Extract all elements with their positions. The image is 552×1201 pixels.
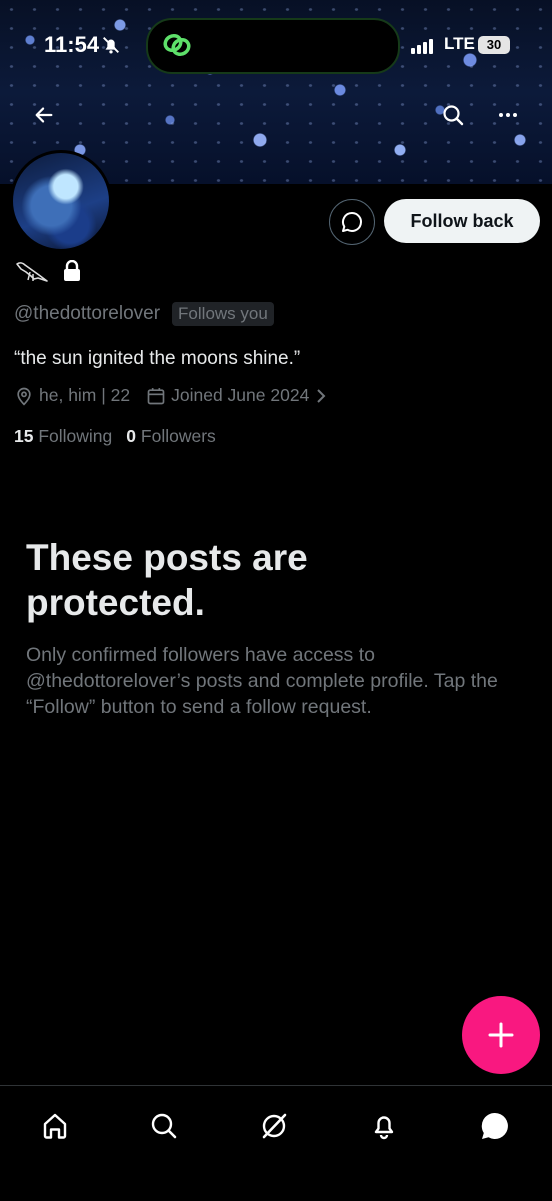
location-item: he, him | 22	[14, 385, 130, 406]
grok-icon	[262, 1113, 287, 1139]
messages-icon	[481, 1112, 508, 1139]
search-icon	[151, 1113, 177, 1139]
link-activity-icon	[163, 33, 191, 57]
status-time: 11:54	[44, 32, 100, 57]
bottom-tab-bar	[0, 1085, 552, 1201]
tab-search[interactable]	[144, 1106, 184, 1146]
signal-icon	[411, 36, 435, 54]
followers-label: Followers	[140, 426, 216, 446]
followers-count: 0	[126, 426, 137, 446]
message-button[interactable]	[329, 199, 375, 245]
followers-link[interactable]: 0 Followers	[126, 426, 216, 447]
network-type: LTE	[444, 34, 475, 53]
handle-row: @thedottorelover Follows you	[14, 302, 274, 326]
location-pin-icon	[17, 387, 31, 405]
chevron-right-icon	[317, 388, 326, 403]
joined-text: Joined June 2024	[171, 385, 310, 405]
bell-off-icon	[103, 37, 119, 54]
home-icon	[43, 1113, 67, 1139]
lock-icon	[64, 260, 80, 281]
follows-you-badge: Follows you	[172, 302, 274, 326]
tab-grok[interactable]	[254, 1106, 294, 1146]
arrow-left-icon	[35, 107, 53, 123]
follow-back-button[interactable]: Follow back	[384, 199, 540, 243]
status-bar: 11:54 LTE 30	[0, 18, 552, 74]
tab-notifications[interactable]	[364, 1106, 404, 1146]
following-label: Following	[38, 426, 113, 446]
joined-item[interactable]: Joined June 2024	[146, 385, 328, 406]
crow-emoji-icon	[16, 262, 48, 282]
compose-post-button[interactable]	[462, 996, 540, 1074]
notifications-icon	[374, 1116, 394, 1140]
profile-meta: he, him | 22 Joined June 2024	[14, 385, 344, 406]
search-icon	[443, 105, 464, 126]
tab-home[interactable]	[35, 1106, 75, 1146]
battery-icon: 30	[478, 36, 510, 54]
profile-bio: “the sun ignited the moons shine.”	[14, 348, 301, 369]
plus-icon	[488, 1022, 514, 1048]
protected-title: These posts are protected.	[26, 537, 308, 623]
following-count: 15	[14, 426, 34, 446]
protected-body: Only confirmed followers have access to …	[26, 644, 498, 718]
profile-handle: @thedottorelover	[14, 303, 161, 324]
tab-messages[interactable]	[475, 1106, 515, 1146]
calendar-icon	[147, 387, 165, 404]
following-link[interactable]: 15 Following	[14, 426, 112, 447]
location-text: he, him | 22	[39, 385, 131, 405]
back-button[interactable]	[24, 95, 64, 135]
avatar[interactable]	[10, 150, 112, 252]
more-button[interactable]	[488, 95, 528, 135]
display-name-row	[14, 258, 82, 284]
follow-counts: 15 Following 0 Followers	[14, 426, 216, 447]
message-bubble-icon	[341, 211, 362, 232]
dynamic-island	[146, 18, 400, 74]
search-button[interactable]	[433, 95, 473, 135]
more-icon	[499, 113, 517, 117]
